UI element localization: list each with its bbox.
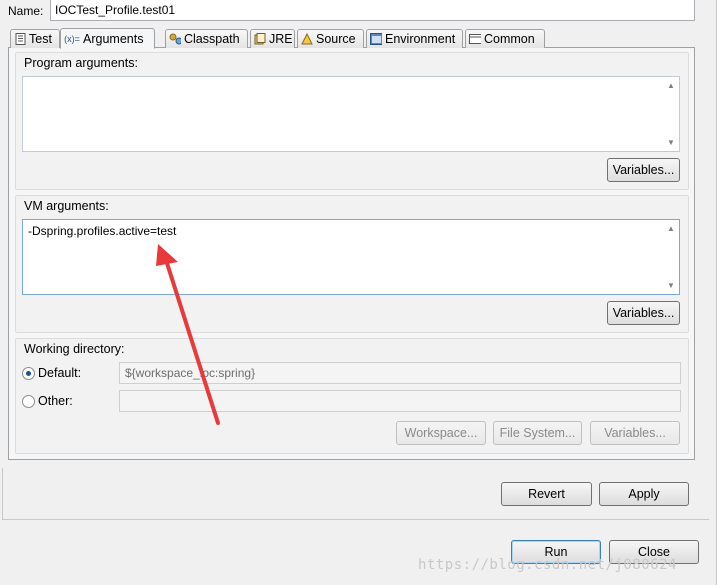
jre-icon (254, 33, 266, 45)
working-dir-variables-button[interactable]: Variables... (590, 421, 680, 445)
scroll-down-icon[interactable]: ▼ (667, 281, 675, 290)
common-icon (469, 33, 481, 45)
tab-source[interactable]: Source (297, 29, 364, 48)
scroll-up-icon[interactable]: ▲ (667, 81, 675, 90)
vm-variables-button[interactable]: Variables... (607, 301, 680, 325)
other-radio-label: Other: (38, 394, 73, 408)
name-label: Name: (8, 4, 44, 18)
tab-jre[interactable]: JRE (250, 29, 295, 48)
tab-test-label: Test (29, 32, 52, 46)
revert-button[interactable]: Revert (501, 482, 592, 506)
default-radio-label: Default: (38, 366, 82, 380)
tab-common[interactable]: Common (465, 29, 545, 48)
program-arguments-input[interactable] (22, 76, 680, 152)
tab-classpath[interactable]: Classpath (165, 29, 248, 48)
tab-arguments[interactable]: (x)= Arguments (60, 28, 155, 49)
scroll-up-icon[interactable]: ▲ (667, 224, 675, 233)
environment-icon (370, 33, 382, 45)
workspace-button[interactable]: Workspace... (396, 421, 486, 445)
working-directory-label: Working directory: (24, 342, 125, 356)
program-arguments-scrollbar[interactable]: ▲ ▼ (663, 77, 679, 151)
scroll-down-icon[interactable]: ▼ (667, 138, 675, 147)
default-radio[interactable] (22, 367, 35, 380)
test-doc-icon (14, 33, 26, 45)
program-arguments-label: Program arguments: (24, 56, 138, 70)
tab-arguments-label: Arguments (83, 31, 144, 46)
vm-arguments-label: VM arguments: (24, 199, 109, 213)
red-arrow-annotation (156, 244, 220, 425)
name-field[interactable]: IOCTest_Profile.test01 (50, 0, 695, 21)
tab-environment-label: Environment (385, 32, 456, 46)
vm-arguments-scrollbar[interactable]: ▲ ▼ (663, 220, 679, 294)
apply-button[interactable]: Apply (599, 482, 689, 506)
tab-test[interactable]: Test (10, 29, 60, 48)
classpath-icon (169, 33, 181, 45)
program-variables-button[interactable]: Variables... (607, 158, 680, 182)
tab-common-label: Common (484, 32, 535, 46)
vm-arguments-input[interactable]: -Dspring.profiles.active=test (22, 219, 680, 295)
tab-environment[interactable]: Environment (366, 29, 463, 48)
source-icon (301, 33, 313, 45)
other-radio[interactable] (22, 395, 35, 408)
file-system-button[interactable]: File System... (493, 421, 582, 445)
tab-classpath-label: Classpath (184, 32, 240, 46)
window-right-edge (716, 0, 721, 585)
watermark: https://blog.csdn.net/j080624 (418, 557, 677, 573)
arguments-icon: (x)= (64, 33, 80, 44)
tab-jre-label: JRE (269, 32, 293, 46)
tab-source-label: Source (316, 32, 356, 46)
